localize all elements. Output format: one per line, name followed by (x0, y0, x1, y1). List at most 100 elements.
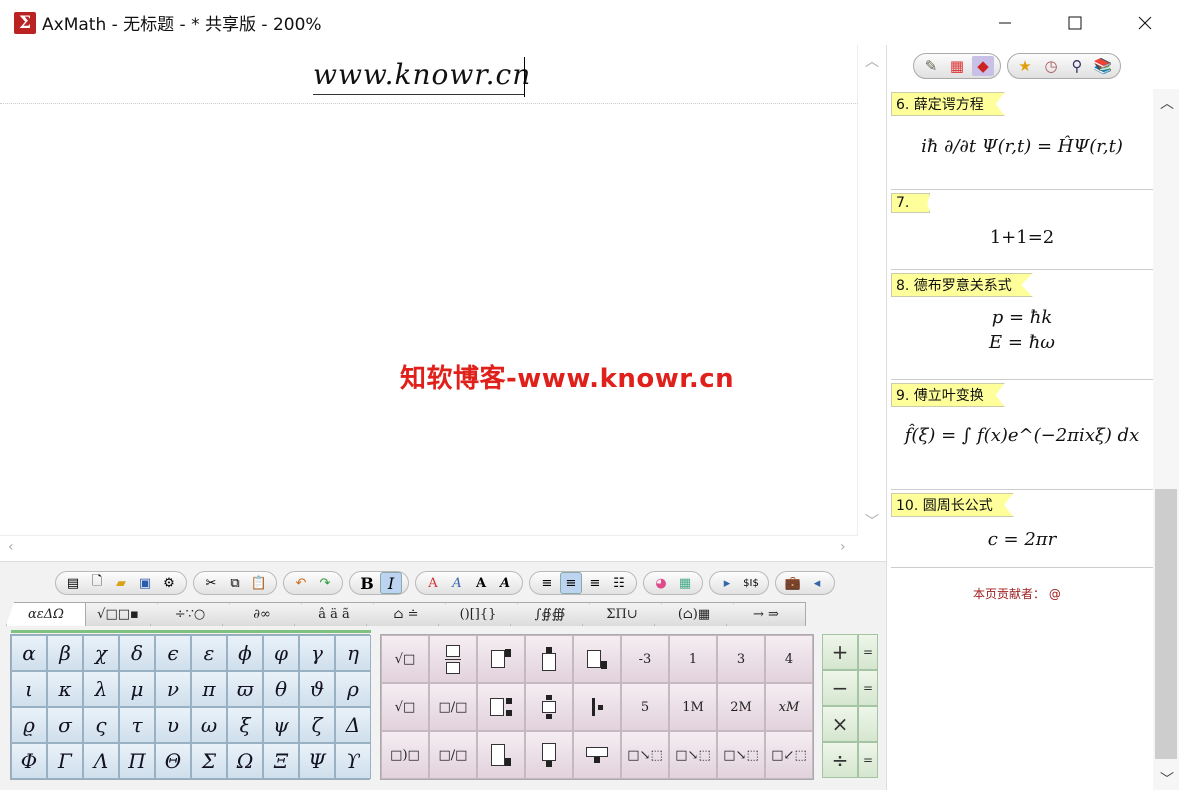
greek-symbol[interactable]: π (191, 671, 227, 707)
tab-over-under[interactable]: ⌂ ≐ (366, 602, 446, 626)
greek-symbol[interactable]: ζ (299, 707, 335, 743)
toolbox-arrow-icon[interactable]: ◂ (806, 572, 828, 594)
operator-partial[interactable] (858, 706, 878, 742)
superscript-template[interactable] (477, 635, 525, 683)
greek-symbol[interactable]: υ (155, 707, 191, 743)
formula-editor[interactable]: www.knowr.cn 知软博客-www.knowr.cn (0, 45, 858, 535)
bookmark-icon[interactable]: ◆ (972, 56, 994, 76)
greek-symbol[interactable]: Π (119, 743, 155, 779)
font-color-button[interactable]: A (422, 572, 444, 594)
greek-symbol[interactable]: β (47, 635, 83, 671)
greek-symbol[interactable]: α (11, 635, 47, 671)
template-2m[interactable]: 2M (717, 683, 765, 731)
tab-sums[interactable]: ΣΠ∪ (582, 602, 662, 626)
underbar-template[interactable] (573, 731, 621, 779)
font-italic-style-button[interactable]: A (446, 572, 468, 594)
long-division-template[interactable]: □)□ (381, 731, 429, 779)
divide-operator[interactable]: ÷ (822, 742, 858, 778)
slash-fraction-template[interactable]: □/□ (429, 731, 477, 779)
toolbox-icon[interactable]: 💼 (782, 572, 804, 594)
greek-symbol[interactable]: ν (155, 671, 191, 707)
align-list-icon[interactable]: ☷ (608, 572, 630, 594)
scrollbar-thumb[interactable] (1155, 489, 1177, 759)
open-folder-icon[interactable]: ▰ (110, 572, 132, 594)
greek-symbol[interactable]: Λ (83, 743, 119, 779)
color-wheel-icon[interactable]: ◕ (650, 572, 672, 594)
sup-sub-template[interactable] (477, 683, 525, 731)
settings-icon[interactable]: ⚙ (158, 572, 180, 594)
cut-icon[interactable]: ✂ (200, 572, 222, 594)
subscript-template[interactable] (573, 635, 621, 683)
greek-symbol[interactable]: Θ (155, 743, 191, 779)
arrow-template-3[interactable]: □↘⬚ (717, 731, 765, 779)
template-xm[interactable]: xM (765, 683, 813, 731)
brush-icon[interactable]: ✎ (920, 56, 942, 76)
greek-symbol[interactable]: μ (119, 671, 155, 707)
left-script-template[interactable] (573, 683, 621, 731)
close-button[interactable] (1110, 0, 1180, 45)
operator-partial[interactable]: = (858, 742, 878, 778)
font-bold-style-button[interactable]: A (470, 572, 492, 594)
greek-symbol[interactable]: δ (119, 635, 155, 671)
tall-script-template[interactable] (477, 731, 525, 779)
greek-symbol[interactable]: κ (47, 671, 83, 707)
operator-partial[interactable]: = (858, 634, 878, 670)
save-icon[interactable]: ▣ (134, 572, 156, 594)
editor-vertical-scrollbar[interactable]: ︿ ﹀ (858, 45, 886, 535)
greek-symbol[interactable]: Γ (47, 743, 83, 779)
palette-grid-icon[interactable]: ▦ (674, 572, 696, 594)
greek-symbol[interactable]: Δ (335, 707, 371, 743)
greek-symbol[interactable]: φ (263, 635, 299, 671)
greek-symbol[interactable]: ϒ (335, 743, 371, 779)
color-grid-icon[interactable]: ▦ (946, 56, 968, 76)
list-item[interactable]: 7. 1+1=2 (891, 190, 1153, 270)
paste-icon[interactable]: 📋 (248, 572, 270, 594)
template-5[interactable]: 5 (621, 683, 669, 731)
greek-symbol[interactable]: η (335, 635, 371, 671)
scroll-up-icon[interactable]: ︿ (1160, 93, 1174, 113)
scroll-right-icon[interactable]: › (840, 539, 846, 555)
greek-symbol[interactable]: ς (83, 707, 119, 743)
latex-icon[interactable]: $I$ (740, 572, 762, 594)
star-icon[interactable]: ★ (1014, 56, 1036, 76)
greek-symbol[interactable]: ϱ (11, 707, 47, 743)
greek-symbol[interactable]: Σ (191, 743, 227, 779)
template-1m[interactable]: 1M (669, 683, 717, 731)
underscript-template[interactable] (525, 731, 573, 779)
align-left-icon[interactable]: ≡ (536, 572, 558, 594)
overscript-template[interactable] (525, 635, 573, 683)
new-file-icon[interactable]: 🗋 (86, 572, 108, 594)
minus-operator[interactable]: − (822, 670, 858, 706)
greek-symbol[interactable]: θ (263, 671, 299, 707)
scroll-left-icon[interactable]: ‹ (8, 539, 14, 555)
tab-integrals[interactable]: ∫∯∰ (510, 602, 590, 626)
tab-brackets[interactable]: ()[]{} (438, 602, 518, 626)
copy-icon[interactable]: ⧉ (224, 572, 246, 594)
list-item[interactable]: 10. 圆周长公式 c = 2πr (891, 490, 1153, 568)
align-center-icon[interactable]: ≡ (560, 572, 582, 594)
arrow-template-2[interactable]: □↘⬚ (669, 731, 717, 779)
arrow-template-1[interactable]: □↘⬚ (621, 731, 669, 779)
operator-partial[interactable]: = (858, 670, 878, 706)
minimize-button[interactable] (970, 0, 1040, 45)
italic-button[interactable]: I (380, 572, 402, 594)
greek-symbol[interactable]: ρ (335, 671, 371, 707)
arrow-template-4[interactable]: □↙⬚ (765, 731, 813, 779)
tab-misc[interactable]: ∂∞ (222, 602, 302, 626)
greek-symbol[interactable]: χ (83, 635, 119, 671)
nth-root-template[interactable]: √□ (381, 683, 429, 731)
greek-symbol[interactable]: ϕ (227, 635, 263, 671)
history-icon[interactable]: ◷ (1040, 56, 1062, 76)
greek-symbol[interactable]: γ (299, 635, 335, 671)
search-icon[interactable]: ⚲ (1066, 56, 1088, 76)
tab-arrows[interactable]: → ⇒ (726, 602, 806, 626)
template-4[interactable]: 4 (765, 635, 813, 683)
run-icon[interactable]: ▸ (716, 572, 738, 594)
greek-symbol[interactable]: Ψ (299, 743, 335, 779)
tab-relations[interactable]: ÷∵○ (150, 602, 230, 626)
over-under-template[interactable] (525, 683, 573, 731)
greek-symbol[interactable]: ϵ (155, 635, 191, 671)
greek-symbol[interactable]: ϖ (227, 671, 263, 707)
maximize-button[interactable] (1040, 0, 1110, 45)
greek-symbol[interactable]: σ (47, 707, 83, 743)
